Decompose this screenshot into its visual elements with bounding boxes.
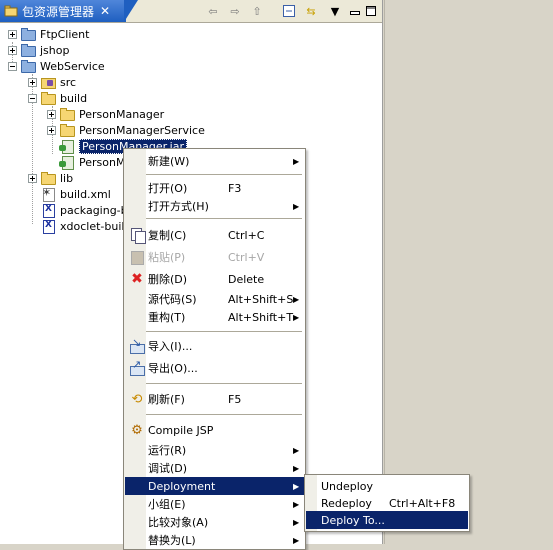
expand-icon[interactable] <box>8 45 17 55</box>
collapse-all-icon[interactable] <box>281 3 297 19</box>
menu-item-replace-with[interactable]: 替换为(L) ▶ <box>125 531 304 549</box>
tree-item[interactable]: PersonManager <box>47 106 164 122</box>
context-menu: 新建(W) ▶ 打开(O) F3 打开方式(H) ▶ 复制(C) Ctrl+C … <box>123 148 306 550</box>
xdoclet-file-icon <box>40 219 56 234</box>
xdoclet-file-icon <box>40 203 56 218</box>
menu-item-undeploy[interactable]: Undeploy <box>306 477 468 495</box>
menu-item-deploy-to[interactable]: Deploy To... <box>306 511 468 529</box>
expand-icon[interactable] <box>47 109 56 119</box>
forward-icon[interactable]: ⇨ <box>227 3 243 19</box>
submenu-arrow-icon: ▶ <box>293 201 300 211</box>
menu-item-paste[interactable]: 粘贴(P) Ctrl+V <box>125 248 304 266</box>
submenu-arrow-icon: ▶ <box>293 517 300 527</box>
menu-item-new[interactable]: 新建(W) ▶ <box>125 152 304 170</box>
collapse-icon[interactable] <box>28 93 37 103</box>
menu-item-redeploy[interactable]: Redeploy Ctrl+Alt+F8 <box>306 494 468 512</box>
tree-item[interactable]: PersonM <box>59 154 125 170</box>
paste-icon <box>129 249 145 265</box>
view-toolbar: 包资源管理器 ✕ ⇦ ⇨ ⇧ ⇆ ▼ <box>0 0 382 23</box>
menu-item-refresh[interactable]: ⟲ 刷新(F) F5 <box>125 390 304 408</box>
folder-icon <box>40 171 56 185</box>
tree-item[interactable]: build <box>28 90 87 106</box>
menu-item-compare-with[interactable]: 比较对象(A) ▶ <box>125 513 304 531</box>
tree-item[interactable]: xdoclet-build <box>40 218 131 234</box>
tree-item[interactable]: WebService <box>8 58 105 74</box>
export-icon <box>129 358 145 376</box>
copy-icon <box>129 227 146 244</box>
expand-icon[interactable] <box>28 173 37 183</box>
project-icon <box>20 59 36 73</box>
menu-item-team[interactable]: 小组(E) ▶ <box>125 495 304 513</box>
submenu-arrow-icon: ▶ <box>293 499 300 509</box>
submenu-arrow-icon: ▶ <box>293 445 300 455</box>
tree-item[interactable]: FtpClient <box>8 26 89 42</box>
deployment-submenu: Undeploy Redeploy Ctrl+Alt+F8 Deploy To.… <box>304 474 470 532</box>
tree-item[interactable]: jshop <box>8 42 69 58</box>
folder-icon <box>59 107 75 121</box>
up-icon[interactable]: ⇧ <box>249 3 265 19</box>
menu-item-compile-jsp[interactable]: ⚙ Compile JSP <box>125 421 304 439</box>
folder-icon <box>40 91 56 105</box>
source-folder-icon <box>40 75 56 89</box>
menu-item-debug[interactable]: 调试(D) ▶ <box>125 459 304 477</box>
menu-item-export[interactable]: 导出(O)... <box>125 358 304 377</box>
expand-icon[interactable] <box>47 125 56 135</box>
project-icon <box>20 43 36 57</box>
expand-icon[interactable] <box>8 29 17 39</box>
editor-area <box>384 0 553 544</box>
view-menu-icon[interactable]: ▼ <box>327 3 343 19</box>
close-icon[interactable]: ✕ <box>100 4 110 18</box>
menu-item-copy[interactable]: 复制(C) Ctrl+C <box>125 226 304 244</box>
menu-item-delete[interactable]: ✖ 删除(D) Delete <box>125 270 304 288</box>
submenu-arrow-icon: ▶ <box>293 312 300 322</box>
menu-item-deployment[interactable]: Deployment ▶ <box>125 477 304 495</box>
project-icon <box>20 27 36 41</box>
submenu-arrow-icon: ▶ <box>293 481 300 491</box>
link-with-editor-icon[interactable]: ⇆ <box>303 3 319 19</box>
collapse-icon[interactable] <box>8 61 17 71</box>
submenu-arrow-icon: ▶ <box>293 156 300 166</box>
menu-item-source[interactable]: 源代码(S) Alt+Shift+S ▶ <box>125 290 304 308</box>
view-tab[interactable]: 包资源管理器 ✕ <box>0 0 126 22</box>
maximize-icon[interactable] <box>363 3 379 19</box>
menu-item-open[interactable]: 打开(O) F3 <box>125 179 304 197</box>
submenu-arrow-icon: ▶ <box>293 535 300 545</box>
ant-file-icon <box>40 186 56 202</box>
import-icon <box>129 336 145 354</box>
tab-edge <box>124 0 138 22</box>
tree-item[interactable]: packaging-bu <box>40 202 135 218</box>
menu-item-run[interactable]: 运行(R) ▶ <box>125 441 304 459</box>
submenu-arrow-icon: ▶ <box>293 294 300 304</box>
package-explorer-icon <box>4 5 18 17</box>
tree-item[interactable]: PersonManagerService <box>47 122 205 138</box>
menu-item-import[interactable]: 导入(I)... <box>125 336 304 355</box>
tree-item[interactable]: lib <box>28 170 73 186</box>
submenu-arrow-icon: ▶ <box>293 463 300 473</box>
tree-item[interactable]: src <box>28 74 76 90</box>
expand-icon[interactable] <box>28 77 37 87</box>
view-title: 包资源管理器 <box>22 4 95 19</box>
jar-icon <box>59 155 75 170</box>
refresh-icon: ⟲ <box>131 391 143 407</box>
folder-icon <box>59 123 75 137</box>
tree-item[interactable]: build.xml <box>40 186 111 202</box>
menu-item-refactor[interactable]: 重构(T) Alt+Shift+T ▶ <box>125 308 304 326</box>
jar-icon <box>59 139 75 154</box>
back-icon[interactable]: ⇦ <box>205 3 221 19</box>
menu-item-open-with[interactable]: 打开方式(H) ▶ <box>125 197 304 215</box>
compile-jsp-icon: ⚙ <box>131 422 143 438</box>
minimize-icon[interactable] <box>347 3 363 19</box>
delete-icon: ✖ <box>131 271 143 287</box>
